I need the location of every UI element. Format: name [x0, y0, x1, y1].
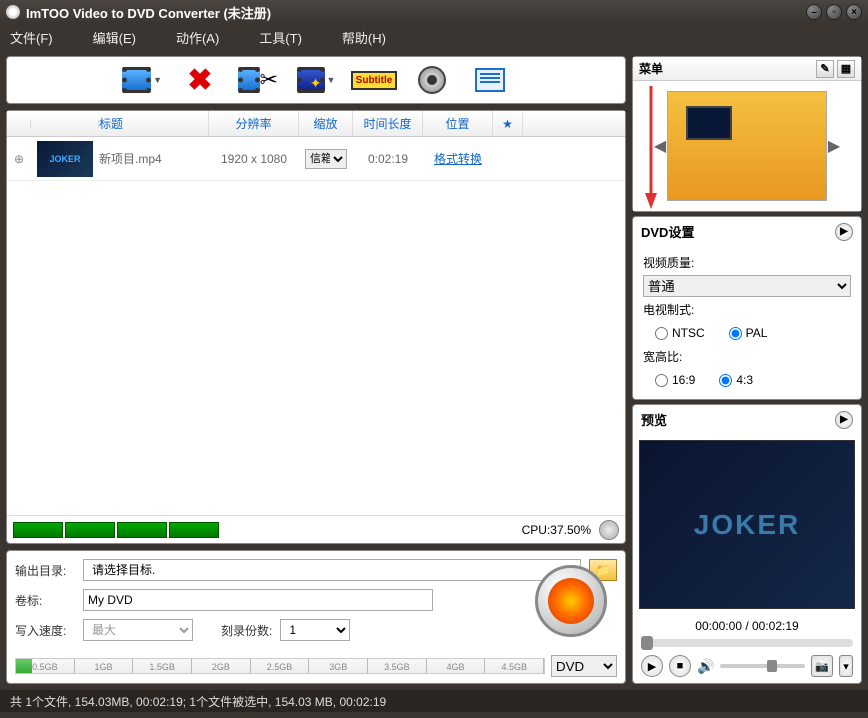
cut-button[interactable]: ✂ — [238, 63, 278, 97]
quality-label: 视频质量: — [643, 254, 851, 271]
file-list-panel: 标题 分辨率 缩放 时间长度 位置 ★ ⊕ JOKER 新项目.mp4 1920… — [6, 110, 626, 544]
menu-file[interactable]: 文件(F) — [10, 28, 53, 47]
ntsc-radio[interactable]: NTSC — [655, 326, 705, 340]
audio-button[interactable] — [412, 63, 452, 97]
window-title: ImTOO Video to DVD Converter (未注册) — [26, 3, 806, 22]
output-dir-select[interactable]: 请选择目标. — [83, 559, 581, 581]
menu-help[interactable]: 帮助(H) — [342, 28, 386, 47]
volume-icon[interactable]: 🔊 — [697, 658, 714, 675]
toolbar: ▼ ✖ ✂ ✦▼ Subtitle — [6, 56, 626, 104]
cpu-bar: CPU:37.50% — [7, 515, 625, 543]
pal-radio[interactable]: PAL — [729, 326, 768, 340]
output-panel: 输出目录: 请选择目标. 📁 卷标: 写入速度: 最大 刻录份数: 1 — [6, 550, 626, 684]
template-grid-button[interactable]: ▦ — [837, 60, 855, 78]
col-star[interactable]: ★ — [493, 113, 523, 135]
output-dir-label: 输出目录: — [15, 562, 75, 579]
disc-type-select[interactable]: DVD — [551, 655, 617, 677]
add-video-button[interactable]: ▼ — [122, 63, 162, 97]
minimize-button[interactable]: – — [806, 4, 822, 20]
dvd-settings-panel: DVD设置 ▶ 视频质量: 普通 电视制式: NTSC PAL 宽高比: 16:… — [632, 216, 862, 400]
cpu-core-icon — [169, 522, 219, 538]
volume-input[interactable] — [83, 589, 433, 611]
snapshot-button[interactable]: 📷 — [811, 655, 833, 677]
col-title[interactable]: 标题 — [99, 111, 209, 136]
file-thumbnail: JOKER — [37, 141, 93, 177]
burn-button[interactable] — [535, 565, 607, 637]
speed-select[interactable]: 最大 — [83, 619, 193, 641]
capacity-bar: 0.5GB 1GB 1.5GB 2GB 2.5GB 3GB 3.5GB 4GB … — [15, 658, 545, 674]
preview-image: JOKER — [639, 440, 855, 609]
col-scale[interactable]: 缩放 — [299, 111, 353, 136]
menu-bar: 文件(F) 编辑(E) 动作(A) 工具(T) 帮助(H) — [0, 24, 868, 50]
col-resolution[interactable]: 分辨率 — [209, 111, 299, 136]
menu-tools[interactable]: 工具(T) — [259, 28, 302, 47]
expand-icon[interactable]: ⊕ — [7, 152, 31, 166]
capacity-fill — [16, 659, 32, 673]
annotation-arrow-icon — [641, 81, 661, 211]
cpu-core-icon — [13, 522, 63, 538]
aspect-169-radio[interactable]: 16:9 — [655, 373, 695, 387]
dvd-settings-expand-button[interactable]: ▶ — [835, 223, 853, 241]
app-logo-icon — [6, 5, 20, 19]
preview-title: 预览 — [641, 410, 667, 429]
aspect-43-radio[interactable]: 4:3 — [719, 373, 753, 387]
aspect-label: 宽高比: — [643, 348, 851, 365]
preview-panel: 预览 ▶ JOKER 00:00:00 / 00:02:19 ▶ ■ 🔊 📷 ▾ — [632, 404, 862, 684]
list-header: 标题 分辨率 缩放 时间长度 位置 ★ — [7, 111, 625, 137]
file-duration: 0:02:19 — [353, 152, 423, 166]
close-button[interactable]: × — [846, 4, 862, 20]
tv-label: 电视制式: — [643, 301, 851, 318]
preview-expand-button[interactable]: ▶ — [835, 411, 853, 429]
volume-slider[interactable] — [720, 664, 805, 668]
stop-button[interactable]: ■ — [669, 655, 691, 677]
volume-label: 卷标: — [15, 592, 75, 609]
template-next-button[interactable]: ▶ — [827, 136, 841, 156]
status-text: 共 1个文件, 154.03MB, 00:02:19; 1个文件被选中, 154… — [10, 693, 386, 710]
file-title: 新项目.mp4 — [99, 150, 209, 167]
cpu-core-icon — [65, 522, 115, 538]
copies-label: 刻录份数: — [221, 622, 272, 639]
file-resolution: 1920 x 1080 — [209, 152, 299, 166]
cpu-core-icon — [117, 522, 167, 538]
status-bar: 共 1个文件, 154.03MB, 00:02:19; 1个文件被选中, 154… — [0, 690, 868, 712]
speed-label: 写入速度: — [15, 622, 75, 639]
scale-select[interactable]: 信箱 — [305, 149, 347, 169]
quality-select[interactable]: 普通 — [643, 275, 851, 297]
delete-button[interactable]: ✖ — [180, 63, 220, 97]
menu-edit[interactable]: 编辑(E) — [93, 28, 136, 47]
cpu-settings-button[interactable] — [599, 520, 619, 540]
cpu-percent: 37.50% — [550, 523, 591, 537]
chapter-button[interactable] — [470, 63, 510, 97]
snapshot-menu-button[interactable]: ▾ — [839, 655, 853, 677]
dvd-settings-title: DVD设置 — [641, 222, 694, 241]
file-row[interactable]: ⊕ JOKER 新项目.mp4 1920 x 1080 信箱 0:02:19 格… — [7, 137, 625, 181]
preview-time: 00:00:00 / 00:02:19 — [633, 615, 861, 637]
format-convert-link[interactable]: 格式转换 — [434, 152, 482, 166]
effects-button[interactable]: ✦▼ — [296, 63, 336, 97]
menu-panel-title: 菜单 — [639, 60, 663, 77]
menu-panel: 菜单 ✎ ▦ ◀ ▶ — [632, 56, 862, 212]
col-position[interactable]: 位置 — [423, 111, 493, 136]
subtitle-button[interactable]: Subtitle — [354, 63, 394, 97]
col-duration[interactable]: 时间长度 — [353, 111, 423, 136]
title-bar: ImTOO Video to DVD Converter (未注册) – ▫ × — [0, 0, 868, 24]
menu-template-preview[interactable] — [667, 91, 827, 201]
menu-action[interactable]: 动作(A) — [176, 28, 219, 47]
preview-timeline[interactable] — [641, 639, 853, 647]
play-button[interactable]: ▶ — [641, 655, 663, 677]
copies-select[interactable]: 1 — [280, 619, 350, 641]
edit-menu-button[interactable]: ✎ — [816, 60, 834, 78]
maximize-button[interactable]: ▫ — [826, 4, 842, 20]
